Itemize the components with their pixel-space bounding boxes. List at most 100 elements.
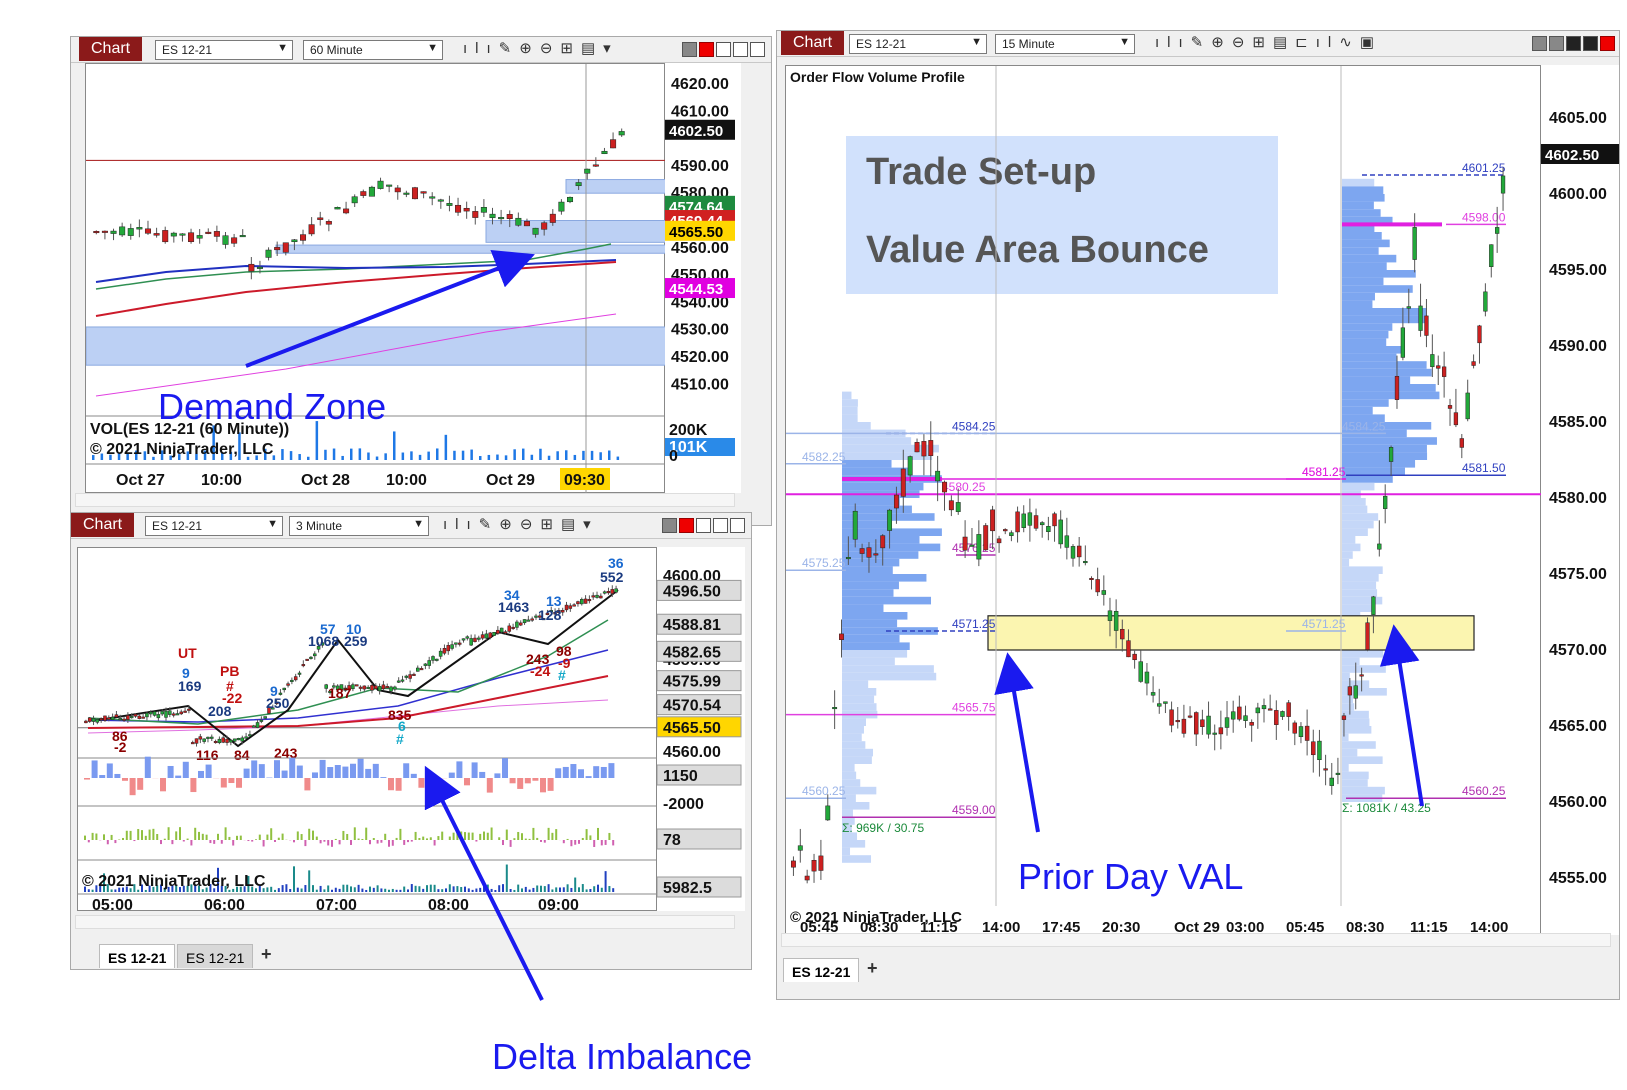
delta-bar (426, 778, 432, 781)
bar-type-icon[interactable]: ılı (443, 516, 479, 533)
horizontal-scrollbar[interactable] (781, 933, 1611, 947)
volume-bar (391, 888, 394, 892)
price-marker: 4575.99 (663, 674, 721, 691)
cumulative-delta-bar (593, 840, 596, 847)
dropdown-icon[interactable]: ▾ (603, 40, 619, 57)
minimize-icon[interactable] (716, 42, 731, 57)
cumulative-delta-bar (414, 831, 417, 840)
window-controls (662, 518, 745, 534)
add-tab-icon[interactable]: + (261, 944, 272, 965)
tab-es-12-21-2[interactable]: ES 12-21 (177, 944, 254, 968)
link-red-icon[interactable] (699, 42, 714, 57)
candle-60m (558, 201, 565, 212)
data-box-icon[interactable]: ▤ (581, 40, 603, 57)
candle-15m-b (1317, 740, 1322, 761)
level-label: 4598.00 (1462, 210, 1506, 224)
close-icon[interactable] (1600, 36, 1615, 51)
chart-menu-button[interactable]: Chart (71, 513, 135, 537)
indicators-icon[interactable]: ıl (1316, 34, 1340, 51)
delta-bar (372, 763, 379, 778)
link-color-icon[interactable] (682, 42, 697, 57)
candle-15m-c (1388, 447, 1394, 462)
tab-es-12-21[interactable]: ES 12-21 (783, 958, 860, 982)
draw-tool-icon[interactable]: ✎ (499, 40, 520, 57)
maximize-icon[interactable] (733, 42, 748, 57)
volume-bar (453, 450, 456, 460)
chart-menu-button[interactable]: Chart (781, 31, 845, 55)
crosshair-icon[interactable]: ⊞ (1252, 34, 1273, 51)
draw-tool-icon[interactable]: ✎ (1191, 34, 1212, 51)
volume-bar (540, 885, 542, 892)
zoom-out-icon[interactable]: ⊖ (1232, 34, 1253, 51)
volume-profile-bar-2 (1342, 482, 1375, 491)
instrument-select[interactable]: ES 12-21 ▼ (145, 516, 283, 536)
interval-select[interactable]: 3 Minute ▼ (289, 516, 429, 536)
price-plot-15min[interactable]: Order Flow Volume Profile Trade Set-up Val… (785, 65, 1542, 936)
link-color-icon[interactable] (662, 518, 677, 533)
zoom-out-icon[interactable]: ⊖ (540, 40, 561, 57)
volume-profile-bar-2 (1342, 323, 1393, 331)
chart-menu-button[interactable]: Chart (79, 37, 143, 61)
interval-select[interactable]: 60 Minute ▼ (303, 40, 443, 60)
volume-profile-bar-1 (842, 726, 864, 734)
candle-60m (575, 182, 582, 187)
maximize-icon[interactable] (1583, 36, 1598, 51)
volume-profile-bar-1 (842, 642, 910, 650)
candle-15m-a (887, 509, 893, 531)
properties-icon[interactable]: ▣ (1360, 34, 1382, 51)
zoom-out-icon[interactable]: ⊖ (520, 516, 541, 533)
delta-bar (380, 777, 387, 778)
link-color-icon[interactable] (1532, 36, 1547, 51)
crosshair-icon[interactable]: ⊞ (540, 516, 561, 533)
strategies-icon[interactable]: ∿ (1339, 34, 1360, 51)
volume-bar (570, 887, 573, 892)
chart-tools[interactable]: ılı✎⊕⊖⊞▤▾ (443, 515, 599, 533)
delta-bar (509, 778, 516, 784)
minimize-icon[interactable] (696, 518, 711, 533)
tab-es-12-21[interactable]: ES 12-21 (99, 944, 176, 968)
close-icon[interactable] (730, 518, 745, 533)
chart-tools[interactable]: ılı✎⊕⊖⊞▤⊏ıl∿▣ (1155, 33, 1382, 51)
maximize-icon[interactable] (713, 518, 728, 533)
minimize-icon[interactable] (1566, 36, 1581, 51)
data-box-icon[interactable]: ▤ (1273, 34, 1295, 51)
volume-profile-bar-2 (1342, 186, 1384, 194)
add-tab-icon[interactable]: + (867, 958, 878, 979)
chart-tools[interactable]: ılı✎⊕⊖⊞▤▾ (463, 39, 619, 57)
link-color-2-icon[interactable] (1549, 36, 1564, 51)
draw-tool-icon[interactable]: ✎ (479, 516, 500, 533)
crosshair-icon[interactable]: ⊞ (560, 40, 581, 57)
price-tick: 4565.00 (1549, 718, 1607, 735)
instrument-select[interactable]: ES 12-21 ▼ (849, 34, 987, 54)
horizontal-scrollbar[interactable] (75, 915, 735, 929)
cumulative-delta-bar (570, 840, 573, 847)
price-plot-3min[interactable]: UT 9 169 PB # -22 208 86 -2 116 84 9 250 243 57 10 1068 2… (77, 547, 658, 914)
data-box-icon[interactable]: ▤ (561, 516, 583, 533)
zoom-in-icon[interactable]: ⊕ (499, 516, 520, 533)
cumulative-delta-bar (562, 840, 565, 844)
candle-60m (256, 266, 263, 269)
volume-bar (496, 454, 499, 460)
delta-bar (570, 764, 577, 778)
candle-15m-a (962, 536, 968, 551)
cumulative-delta-bar (524, 838, 527, 840)
dropdown-icon[interactable]: ▾ (583, 516, 599, 533)
bar-type-icon[interactable]: ılı (1155, 34, 1191, 51)
instrument-select[interactable]: ES 12-21 ▼ (155, 40, 293, 60)
candle-3m (477, 637, 481, 640)
zoom-in-icon[interactable]: ⊕ (1211, 34, 1232, 51)
candle-15m-a (825, 805, 831, 821)
candle-15m-b (1076, 545, 1082, 558)
candle-3m (484, 633, 489, 639)
link-red-icon[interactable] (679, 518, 694, 533)
cumulative-delta-bar (578, 840, 580, 844)
zoom-in-icon[interactable]: ⊕ (519, 40, 540, 57)
delta-bar (433, 778, 440, 784)
hotkey-icon[interactable]: ⊏ (1295, 34, 1316, 51)
bar-type-icon[interactable]: ılı (463, 40, 499, 57)
horizontal-scrollbar[interactable] (75, 493, 735, 507)
close-icon[interactable] (750, 42, 765, 57)
price-plot-60min[interactable]: VOL(ES 12-21 (60 Minute)) © 2021 NinjaTra… (85, 63, 667, 494)
interval-select[interactable]: 15 Minute ▼ (995, 34, 1135, 54)
volume-profile-bar-2 (1342, 741, 1376, 749)
